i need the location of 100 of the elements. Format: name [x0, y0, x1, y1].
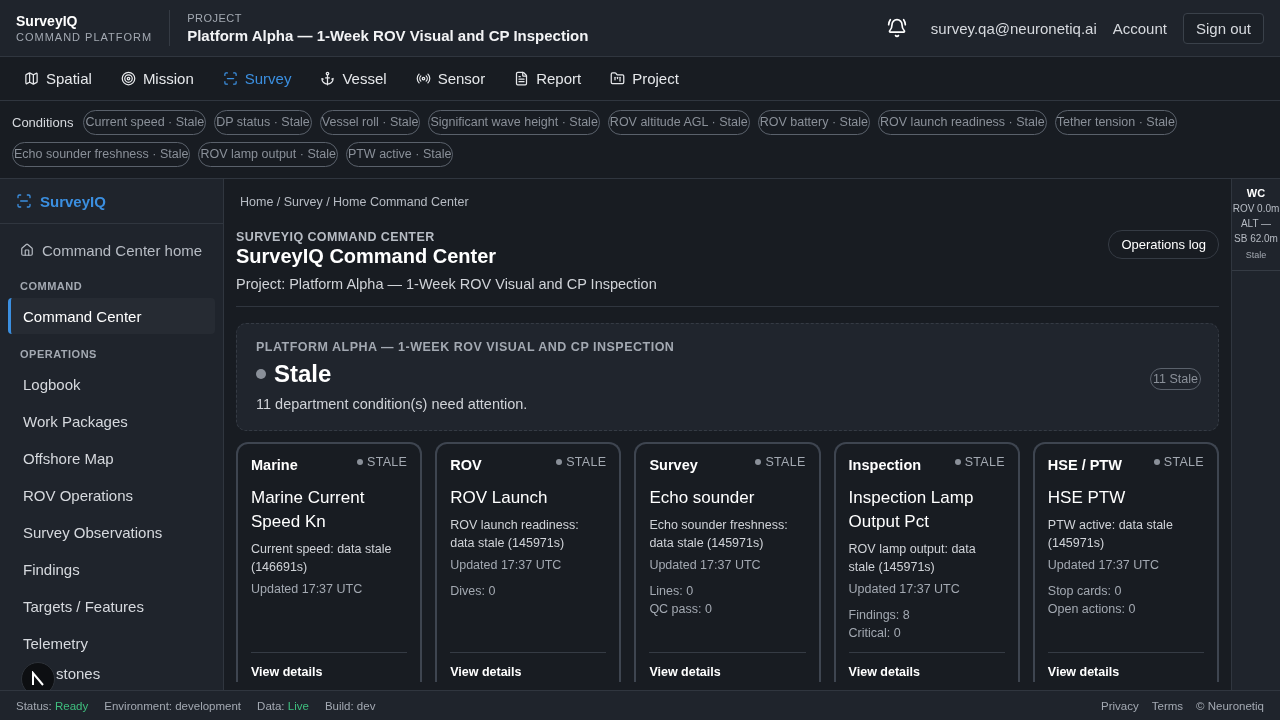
nav-tab[interactable]: Spatial: [24, 70, 92, 87]
card-department: Survey: [649, 457, 698, 473]
status-item: Build: dev: [324, 699, 376, 712]
condition-chip: ROV battery · Stale: [757, 110, 871, 135]
target-icon: [120, 71, 136, 86]
sidebar-item[interactable]: Logbook: [8, 366, 215, 403]
project-title: Platform Alpha — 1-Week ROV Visual and CP Inspection: [187, 27, 589, 44]
operations-log-button[interactable]: Operations log: [1108, 230, 1219, 259]
card-department: Inspection: [848, 457, 922, 473]
status-dot: [256, 369, 266, 379]
card-title: ROV Launch: [450, 487, 549, 509]
view-details-link[interactable]: View details: [649, 665, 721, 679]
widget-reading: ALT —: [1240, 218, 1272, 229]
brand-subtitle: COMMAND PLATFORM: [16, 31, 153, 43]
card-title: Echo sounder: [649, 487, 756, 509]
page-title: SurveyIQ Command Center: [236, 245, 498, 268]
view-details-link[interactable]: View details: [251, 665, 323, 679]
card-updated: Updated 17:37 UTC: [1047, 558, 1160, 572]
card-metric: Findings: 8: [848, 607, 911, 624]
card-updated: Updated 17:37 UTC: [649, 558, 762, 572]
sidebar-item[interactable]: Findings: [8, 551, 215, 588]
footer-link[interactable]: Terms: [1151, 699, 1184, 712]
home-icon: [20, 243, 34, 257]
nav-tab[interactable]: Mission: [120, 70, 194, 87]
card-status: STALE: [755, 455, 806, 469]
account-link[interactable]: Account: [1112, 19, 1167, 37]
folder-icon: [610, 71, 626, 86]
anchor-icon: [320, 71, 336, 86]
sign-out-button[interactable]: Sign out: [1182, 12, 1264, 44]
condition-chip: Echo sounder freshness · Stale: [12, 142, 191, 167]
sidebar-item[interactable]: Survey Observations: [8, 514, 215, 551]
card-metric: Stop cards: 0: [1047, 583, 1123, 600]
card-metric: QC pass: 0: [649, 601, 713, 618]
sidebar-home-link[interactable]: Command Center home: [8, 234, 215, 266]
condition-chip: ROV altitude AGL · Stale: [607, 110, 750, 135]
project-label: PROJECT: [187, 12, 244, 24]
status-item: Data: Live: [257, 699, 309, 712]
page-eyebrow: SURVEYIQ COMMAND CENTER: [236, 230, 436, 244]
nav-tab[interactable]: Sensor: [415, 70, 486, 87]
card-metric: Critical: 0: [848, 625, 902, 642]
document-icon: [514, 71, 530, 86]
view-details-link[interactable]: View details: [848, 665, 920, 679]
sidebar-item[interactable]: Offshore Map: [8, 440, 215, 477]
status-item: Status: Ready: [16, 699, 89, 712]
card-updated: Updated 17:37 UTC: [848, 582, 961, 596]
sidebar-item[interactable]: Command Center: [8, 298, 215, 334]
card-title: HSE PTW: [1047, 487, 1127, 509]
card-metric: Open actions: 0: [1047, 601, 1137, 618]
user-email: survey.qa@neuronetiq.ai: [930, 19, 1097, 37]
card-detail: Echo sounder freshness: data stale (145971s): [649, 517, 789, 552]
slash-icon: [30, 671, 46, 687]
footer-link[interactable]: Privacy: [1101, 699, 1139, 712]
status-item: Environment: development: [104, 699, 242, 712]
nav-tab[interactable]: Vessel: [320, 70, 387, 87]
breadcrumb: Home / Survey / Home Command Center: [239, 195, 470, 209]
card-metric: Dives: 0: [450, 583, 497, 600]
sidebar-item[interactable]: Targets / Features: [8, 588, 215, 625]
brand-name: SurveyIQ: [16, 13, 79, 29]
card-detail: ROV lamp output: data stale (145971s): [848, 541, 977, 576]
condition-chip: ROV lamp output · Stale: [198, 142, 338, 167]
card-title: Marine Current Speed Kn: [251, 487, 366, 533]
card-department: ROV: [450, 457, 482, 473]
sidebar-item[interactable]: stones: [8, 662, 113, 686]
widget-reading: SB 62.0m: [1234, 233, 1278, 244]
card-title: Inspection Lamp Output Pct: [848, 487, 975, 533]
sidebar-section-heading: OPERATIONS: [19, 347, 98, 362]
view-details-link[interactable]: View details: [450, 665, 522, 679]
condition-chip: Significant wave height · Stale: [428, 110, 600, 135]
condition-chip: Vessel roll · Stale: [319, 110, 421, 135]
page-subtitle: Project: Platform Alpha — 1-Week ROV Visual and CP Inspection: [236, 276, 657, 292]
floating-dev-button[interactable]: [21, 662, 55, 690]
summary-status: Stale: [274, 360, 332, 388]
summary-eyebrow: PLATFORM ALPHA — 1-WEEK ROV VISUAL AND CP INSPECTION: [256, 340, 676, 354]
condition-chip: ROV launch readiness · Stale: [878, 110, 1047, 135]
widget-title: WC: [1246, 187, 1266, 199]
sidebar-item[interactable]: ROV Operations: [8, 477, 215, 514]
card-metric: Lines: 0: [649, 583, 695, 600]
summary-message: 11 department condition(s) need attention.: [256, 396, 529, 412]
sidebar-section-heading: COMMAND: [19, 279, 84, 294]
card-detail: Current speed: data stale (146691s): [251, 541, 393, 576]
condition-chip: Tether tension · Stale: [1054, 110, 1177, 135]
footer-link[interactable]: © Neuronetiq: [1196, 699, 1264, 712]
card-status: STALE: [556, 455, 607, 469]
scan-icon: [222, 71, 238, 86]
card-status: STALE: [1153, 455, 1204, 469]
nav-tab[interactable]: Report: [514, 70, 582, 87]
card-detail: ROV launch readiness: data stale (145971s): [450, 517, 580, 552]
view-details-link[interactable]: View details: [1047, 665, 1120, 679]
card-detail: PTW active: data stale (145971s): [1047, 517, 1174, 552]
sidebar-item[interactable]: Work Packages: [8, 403, 215, 440]
condition-chip: DP status · Stale: [214, 110, 312, 135]
nav-tab[interactable]: Survey: [222, 70, 292, 87]
conditions-label: Conditions: [12, 114, 74, 132]
broadcast-icon: [415, 71, 431, 86]
sidebar-item[interactable]: Telemetry: [8, 625, 215, 662]
card-status: STALE: [357, 455, 408, 469]
scan-icon: [16, 193, 32, 209]
nav-tab[interactable]: Project: [610, 70, 679, 87]
card-department: Marine: [251, 457, 298, 473]
card-updated: Updated 17:37 UTC: [450, 558, 563, 572]
